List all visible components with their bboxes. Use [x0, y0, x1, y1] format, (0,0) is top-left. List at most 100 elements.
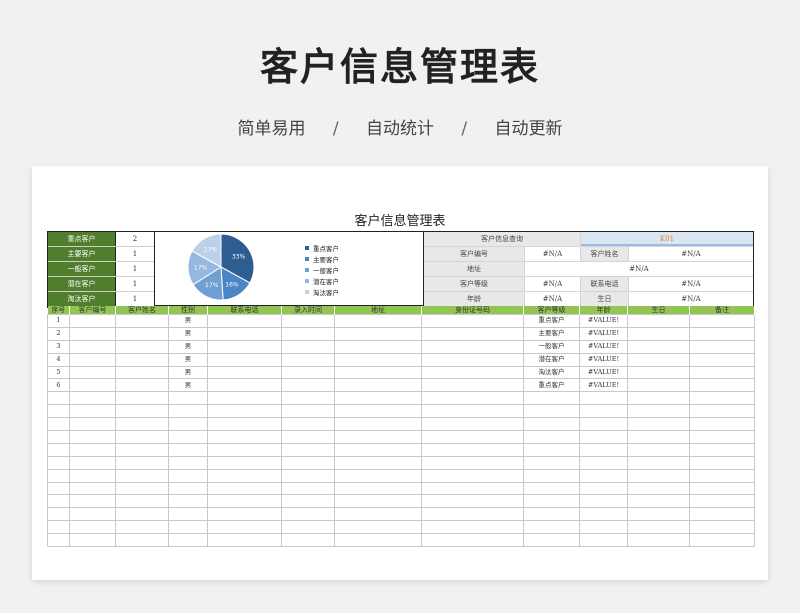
table-cell[interactable] [689, 404, 755, 419]
table-cell[interactable] [115, 326, 169, 341]
table-cell[interactable] [421, 417, 524, 432]
table-cell[interactable] [281, 326, 335, 341]
table-cell[interactable] [627, 430, 690, 444]
table-cell[interactable] [579, 533, 628, 548]
table-cell[interactable] [47, 442, 70, 457]
table-cell[interactable] [115, 455, 169, 470]
table-cell[interactable] [689, 378, 755, 393]
table-cell[interactable] [168, 507, 208, 522]
table-cell[interactable] [207, 314, 282, 328]
summary-value[interactable]: 2 [116, 232, 154, 246]
table-cell[interactable] [627, 339, 690, 354]
table-cell[interactable] [69, 391, 116, 406]
table-cell[interactable] [47, 468, 70, 483]
table-cell[interactable]: 5 [47, 365, 70, 380]
table-cell[interactable] [334, 481, 422, 496]
table-cell[interactable] [421, 520, 524, 535]
table-cell[interactable] [207, 404, 282, 419]
table-cell[interactable] [421, 442, 524, 457]
summary-value[interactable]: 1 [116, 292, 154, 307]
table-cell[interactable] [334, 533, 422, 548]
table-cell[interactable] [207, 391, 282, 406]
table-cell[interactable] [689, 468, 755, 483]
table-cell[interactable] [281, 520, 335, 535]
table-cell[interactable] [207, 442, 282, 457]
table-cell[interactable] [69, 455, 116, 470]
table-cell[interactable] [115, 391, 169, 406]
table-cell[interactable] [281, 391, 335, 406]
table-cell[interactable] [115, 430, 169, 444]
table-cell[interactable] [689, 507, 755, 522]
table-cell[interactable] [421, 404, 524, 419]
table-cell[interactable] [627, 352, 690, 367]
table-cell[interactable]: 6 [47, 378, 70, 393]
table-cell[interactable] [168, 430, 208, 444]
table-cell[interactable] [334, 378, 422, 393]
table-cell[interactable] [168, 442, 208, 457]
table-cell[interactable] [523, 507, 580, 522]
table-cell[interactable] [689, 533, 755, 548]
table-cell[interactable] [627, 442, 690, 457]
table-cell[interactable] [207, 520, 282, 535]
table-cell[interactable] [689, 520, 755, 535]
table-cell[interactable] [579, 430, 628, 444]
table-cell[interactable] [115, 404, 169, 419]
table-cell[interactable] [47, 455, 70, 470]
table-cell[interactable] [207, 481, 282, 496]
table-cell[interactable] [207, 326, 282, 341]
table-cell[interactable] [281, 352, 335, 367]
table-cell[interactable] [579, 468, 628, 483]
table-cell[interactable] [281, 481, 335, 496]
table-cell[interactable]: 重点客户 [523, 378, 580, 393]
table-cell[interactable] [69, 314, 116, 328]
table-cell[interactable] [627, 520, 690, 535]
table-cell[interactable] [523, 417, 580, 432]
table-cell[interactable] [627, 378, 690, 393]
table-cell[interactable] [689, 481, 755, 496]
table-cell[interactable] [334, 417, 422, 432]
table-cell[interactable] [421, 391, 524, 406]
summary-value[interactable]: 1 [116, 277, 154, 291]
table-cell[interactable] [115, 533, 169, 548]
table-cell[interactable] [421, 507, 524, 522]
table-cell[interactable] [627, 391, 690, 406]
table-cell[interactable] [47, 430, 70, 444]
table-cell[interactable] [689, 442, 755, 457]
table-cell[interactable] [627, 494, 690, 509]
table-cell[interactable] [334, 430, 422, 444]
table-cell[interactable] [69, 430, 116, 444]
table-cell[interactable]: #VALUE! [579, 326, 628, 341]
table-cell[interactable] [689, 326, 755, 341]
table-cell[interactable] [627, 468, 690, 483]
table-cell[interactable] [421, 378, 524, 393]
table-cell[interactable]: 3 [47, 339, 70, 354]
table-cell[interactable] [69, 494, 116, 509]
table-cell[interactable] [334, 442, 422, 457]
table-cell[interactable] [281, 494, 335, 509]
table-cell[interactable] [69, 404, 116, 419]
table-cell[interactable] [579, 455, 628, 470]
table-cell[interactable]: 1 [47, 314, 70, 328]
table-cell[interactable] [523, 468, 580, 483]
table-cell[interactable] [627, 365, 690, 380]
table-cell[interactable] [207, 507, 282, 522]
table-cell[interactable] [334, 404, 422, 419]
table-cell[interactable] [47, 507, 70, 522]
table-cell[interactable] [115, 520, 169, 535]
table-cell[interactable] [579, 417, 628, 432]
table-cell[interactable] [69, 533, 116, 548]
table-cell[interactable] [168, 481, 208, 496]
table-cell[interactable] [689, 365, 755, 380]
table-cell[interactable] [47, 417, 70, 432]
table-cell[interactable] [627, 326, 690, 341]
table-cell[interactable] [523, 520, 580, 535]
table-cell[interactable]: 男 [168, 365, 208, 380]
table-cell[interactable] [523, 455, 580, 470]
table-cell[interactable] [47, 481, 70, 496]
table-cell[interactable] [69, 365, 116, 380]
table-cell[interactable] [579, 520, 628, 535]
table-cell[interactable] [47, 404, 70, 419]
table-cell[interactable] [281, 378, 335, 393]
table-cell[interactable] [69, 417, 116, 432]
table-cell[interactable] [627, 507, 690, 522]
